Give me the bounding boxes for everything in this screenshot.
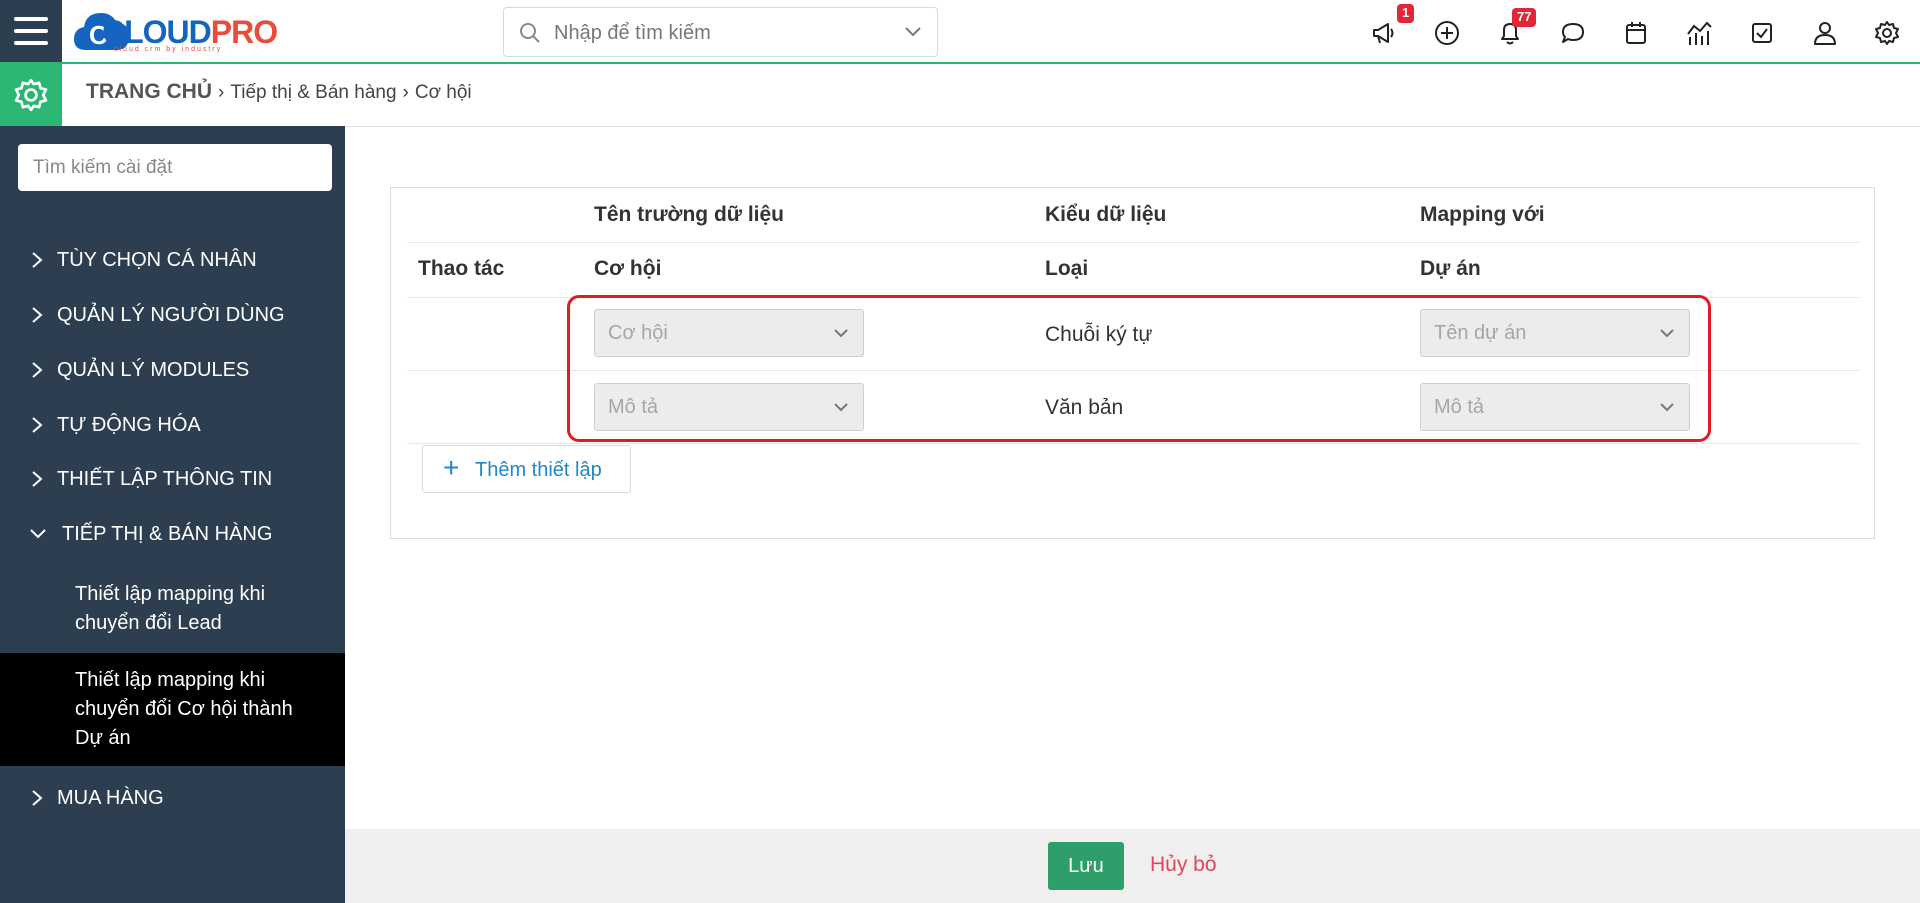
- sidebar-item-label: MUA HÀNG: [57, 787, 164, 809]
- breadcrumb: TRANG CHỦ › Tiếp thị & Bán hàng › Cơ hội: [86, 80, 472, 104]
- cancel-link[interactable]: Hủy bỏ: [1150, 853, 1217, 877]
- sidebar-item-info-setup[interactable]: THIẾT LẬP THÔNG TIN: [0, 459, 345, 499]
- breadcrumb-separator-icon: ›: [218, 82, 225, 103]
- sidebar-item-label: THIẾT LẬP THÔNG TIN: [57, 468, 273, 490]
- top-bar: C CLOUDPRO cloud crm by industry Nhập để…: [0, 0, 1920, 64]
- sidebar-item-label: QUẢN LÝ MODULES: [57, 359, 250, 381]
- chevron-right-icon: [32, 790, 43, 806]
- chevron-down-icon: [30, 529, 46, 539]
- breadcrumb-level1[interactable]: Tiếp thị & Bán hàng: [230, 82, 396, 103]
- user-icon[interactable]: [1811, 19, 1839, 47]
- search-placeholder: Nhập để tìm kiếm: [554, 22, 711, 44]
- chat-icon[interactable]: [1559, 19, 1587, 47]
- logo-subtitle: cloud crm by industry: [114, 46, 223, 53]
- chart-icon[interactable]: [1685, 19, 1713, 47]
- sidebar-item-label: TỰ ĐỘNG HÓA: [57, 414, 201, 436]
- sidebar-item-modules[interactable]: QUẢN LÝ MODULES: [0, 350, 345, 390]
- form-footer: Lưu Hủy bỏ: [345, 829, 1920, 903]
- plus-circle-icon[interactable]: [1433, 19, 1461, 47]
- add-mapping-label: Thêm thiết lập: [475, 459, 602, 481]
- chevron-right-icon: [32, 417, 43, 433]
- sidebar-subitem-lead-mapping[interactable]: Thiết lập mapping khi chuyển đổi Lead: [0, 571, 345, 653]
- divider: [407, 242, 1859, 243]
- breadcrumb-separator-icon: ›: [402, 82, 409, 103]
- chevron-down-icon[interactable]: [903, 24, 923, 40]
- notification-badge: 77: [1512, 8, 1537, 27]
- global-search-input[interactable]: Nhập để tìm kiếm: [503, 7, 938, 57]
- divider: [345, 126, 1920, 127]
- column-header-data-type: Kiểu dữ liệu: [1045, 203, 1167, 226]
- chevron-right-icon: [32, 307, 43, 323]
- column-header-target-module: Dự án: [1420, 257, 1481, 280]
- sidebar-item-label: TIẾP THỊ & BÁN HÀNG: [62, 523, 273, 545]
- breadcrumb-home[interactable]: TRANG CHỦ: [86, 80, 212, 103]
- sidebar-item-automation[interactable]: TỰ ĐỘNG HÓA: [0, 405, 345, 445]
- menu-icon[interactable]: [0, 0, 62, 62]
- mapping-panel: Tên trường dữ liệu Kiểu dữ liệu Mapping …: [390, 187, 1875, 539]
- sidebar-subitem-opportunity-mapping[interactable]: Thiết lập mapping khi chuyển đổi Cơ hội …: [0, 653, 345, 766]
- sidebar-item-label: TÙY CHỌN CÁ NHÂN: [57, 249, 257, 271]
- megaphone-icon[interactable]: [1370, 19, 1398, 47]
- announcement-badge: 1: [1397, 4, 1415, 23]
- sidebar-subitem-label: Thiết lập mapping khi chuyển đổi Lead: [75, 583, 266, 634]
- divider: [407, 443, 1859, 444]
- column-header-mapping: Mapping với: [1420, 203, 1545, 226]
- sidebar-item-personal-options[interactable]: TÙY CHỌN CÁ NHÂN: [0, 240, 345, 280]
- sidebar-item-user-management[interactable]: QUẢN LÝ NGƯỜI DÙNG: [0, 295, 345, 335]
- settings-search-placeholder: Tìm kiếm cài đặt: [33, 157, 173, 178]
- settings-search-input[interactable]: Tìm kiếm cài đặt: [18, 144, 332, 191]
- highlight-frame: [567, 295, 1711, 442]
- breadcrumb-level2: Cơ hội: [414, 82, 472, 103]
- sidebar-item-marketing-sales[interactable]: TIẾP THỊ & BÁN HÀNG: [0, 514, 345, 554]
- chevron-right-icon: [32, 252, 43, 268]
- sidebar-subitem-label: Thiết lập mapping khi chuyển đổi Cơ hội …: [75, 669, 293, 749]
- logo[interactable]: C CLOUDPRO cloud crm by industry: [72, 6, 292, 56]
- calendar-icon[interactable]: [1622, 19, 1650, 47]
- chevron-right-icon: [32, 362, 43, 378]
- column-header-type: Loại: [1045, 257, 1089, 280]
- column-header-field-name: Tên trường dữ liệu: [594, 203, 785, 226]
- sidebar-item-purchasing[interactable]: MUA HÀNG: [0, 778, 345, 818]
- chevron-right-icon: [32, 471, 43, 487]
- add-mapping-button[interactable]: + Thêm thiết lập: [422, 445, 631, 493]
- column-header-action: Thao tác: [418, 257, 505, 280]
- settings-gear-icon[interactable]: [0, 64, 62, 126]
- save-button[interactable]: Lưu: [1048, 842, 1124, 890]
- plus-icon: +: [443, 452, 460, 483]
- settings-sidebar: Tìm kiếm cài đặt TÙY CHỌN CÁ NHÂN QUẢN L…: [0, 126, 345, 903]
- column-header-source-module: Cơ hội: [594, 257, 662, 280]
- gear-icon[interactable]: [1873, 19, 1901, 47]
- checkbox-icon[interactable]: [1748, 19, 1776, 47]
- search-icon: [520, 23, 540, 43]
- sidebar-item-label: QUẢN LÝ NGƯỜI DÙNG: [57, 304, 285, 326]
